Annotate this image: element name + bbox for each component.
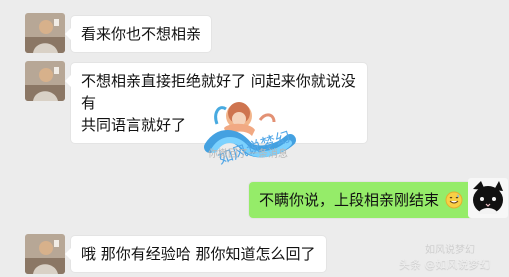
center-watermark: 如风说梦幻 你撤回了一条消息 — [198, 96, 318, 178]
chat-window: 看来你也不想相亲 不想相亲直接拒绝就好了 问起来你就说没有 共同语言就好了 如风… — [0, 0, 509, 277]
watermark-logo-icon: 如风说梦幻 — [204, 102, 296, 168]
avatar-image — [25, 234, 65, 274]
message-bubble-incoming[interactable]: 看来你也不想相亲 — [64, 16, 212, 52]
my-avatar[interactable] — [468, 178, 508, 218]
contact-avatar[interactable] — [25, 13, 65, 53]
contact-avatar[interactable] — [25, 234, 65, 274]
watermark-logo: 如风说梦幻 — [425, 245, 475, 256]
watermark-text: 你撤回了一条消息 — [208, 149, 288, 160]
message-text: 哦 那你有经验哈 那你知道怎么回了 — [81, 245, 316, 263]
avatar-image — [25, 13, 65, 53]
message-text: 看来你也不想相亲 — [81, 25, 202, 43]
bottom-watermark: 如风说梦幻 头条 @如风说梦幻 — [399, 245, 509, 277]
avatar-image — [25, 61, 65, 101]
message-bubble-incoming[interactable]: 哦 那你有经验哈 那你知道怎么回了 — [65, 236, 326, 272]
message-bubble-outgoing[interactable]: 不瞒你说，上段相亲刚结束 — [249, 182, 479, 218]
grin-sweat-icon — [445, 191, 463, 209]
cat-avatar-icon — [468, 178, 508, 218]
message-text: 不瞒你说，上段相亲刚结束 — [259, 191, 440, 209]
watermark-label: 头条 @如风说梦幻 — [399, 258, 491, 271]
contact-avatar[interactable] — [25, 61, 65, 101]
